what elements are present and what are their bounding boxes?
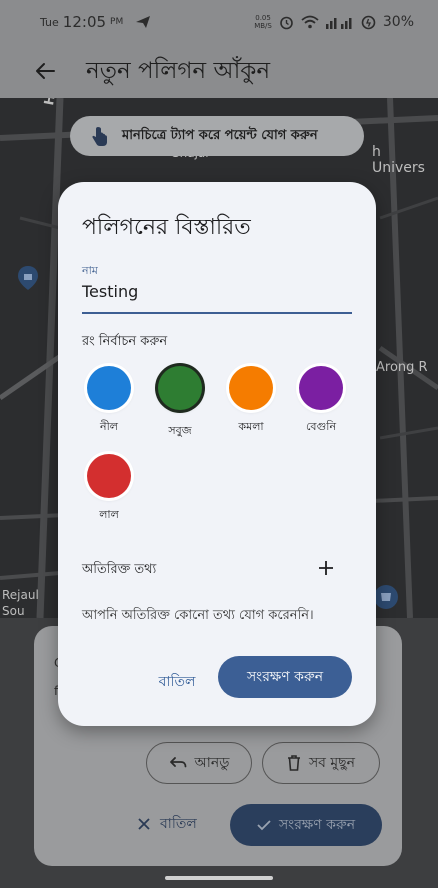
- status-ampm: PM: [110, 17, 124, 27]
- close-icon: [138, 818, 150, 830]
- color-label-orange: কমলা: [238, 420, 264, 433]
- clear-all-label: সব মুছুন: [308, 755, 356, 771]
- add-icon[interactable]: [316, 558, 336, 578]
- status-time: Tue 12:05 PM: [40, 13, 151, 31]
- color-picker-heading: রং নির্বাচন করুন: [82, 334, 168, 349]
- color-swatch-orange[interactable]: [229, 366, 273, 410]
- sheet-save-label: সংরক্ষণ করুন: [278, 817, 356, 833]
- network-speed: 0.05 MB/S: [254, 14, 272, 30]
- sheet-save-button[interactable]: সংরক্ষণ করুন: [230, 804, 382, 846]
- signal-icon: [325, 18, 352, 29]
- color-swatch-red[interactable]: [87, 454, 131, 498]
- color-label-blue: নীল: [100, 420, 118, 433]
- touch-app-icon: [92, 127, 107, 146]
- status-indicators: 0.05 MB/S 30%: [254, 14, 414, 30]
- color-label-green: সবুজ: [168, 424, 192, 437]
- back-arrow-icon[interactable]: [34, 60, 56, 82]
- map-pin-icon[interactable]: [17, 265, 39, 291]
- shopping-pin-icon[interactable]: [373, 584, 399, 610]
- undo-icon: [169, 757, 186, 768]
- sheet-cancel-button[interactable]: বাতিল: [138, 812, 197, 836]
- status-clock: 12:05: [62, 13, 107, 31]
- name-field[interactable]: Testing: [82, 282, 138, 301]
- dialog-title: পলিগনের বিস্তারিত: [82, 215, 251, 240]
- color-label-purple: বেগুনি: [305, 420, 337, 433]
- clear-all-button[interactable]: সব মুছুন: [262, 742, 380, 784]
- status-bar: Tue 12:05 PM 0.05 MB/S 30%: [0, 0, 438, 44]
- network-speed-value: 0.05: [255, 14, 271, 22]
- color-swatch-blue[interactable]: [87, 366, 131, 410]
- network-speed-unit: MB/S: [254, 22, 272, 30]
- battery-percent: 30%: [382, 14, 414, 30]
- color-swatch-green[interactable]: [158, 366, 202, 410]
- alarm-icon: [280, 16, 293, 29]
- home-indicator[interactable]: [165, 876, 273, 880]
- extra-info-heading: অতিরিক্ত তথ্য: [82, 562, 157, 577]
- check-icon: [257, 820, 271, 831]
- color-label-red: লাল: [99, 508, 119, 521]
- color-swatch-purple[interactable]: [299, 366, 343, 410]
- telegram-send-icon: [136, 16, 151, 28]
- map-hint-text: মানচিত্রে ট্যাপ করে পয়েন্ট যোগ করুন: [122, 127, 318, 143]
- save-button[interactable]: সংরক্ষণ করুন: [218, 656, 352, 698]
- map-label-university: h Univers: [372, 144, 425, 176]
- name-field-underline: [82, 312, 352, 314]
- map-label-rejaul: Rejaul: [2, 588, 39, 602]
- cancel-button[interactable]: বাতিল: [142, 664, 212, 700]
- extra-info-empty-text: আপনি অতিরিক্ত কোনো তথ্য যোগ করেননি।: [82, 608, 314, 623]
- trash-icon: [287, 755, 300, 771]
- app-bar: নতুন পলিগন আঁকুন: [0, 44, 438, 98]
- undo-button[interactable]: আনডু: [146, 742, 252, 784]
- sheet-cancel-label: বাতিল: [160, 816, 197, 832]
- page-title: নতুন পলিগন আঁকুন: [86, 57, 271, 84]
- undo-label: আনডু: [194, 755, 230, 771]
- name-field-label: নাম: [82, 264, 98, 277]
- map-label-arong: Arong R: [376, 360, 428, 375]
- status-day: Tue: [40, 15, 59, 29]
- wifi-icon: [301, 15, 319, 29]
- battery-icon: [361, 15, 376, 29]
- map-hint-chip: মানচিত্রে ট্যাপ করে পয়েন্ট যোগ করুন: [70, 116, 364, 156]
- polygon-details-dialog: পলিগনের বিস্তারিত নাম Testing রং নির্বাচ…: [58, 182, 376, 726]
- map-label-south: Sou: [2, 604, 25, 618]
